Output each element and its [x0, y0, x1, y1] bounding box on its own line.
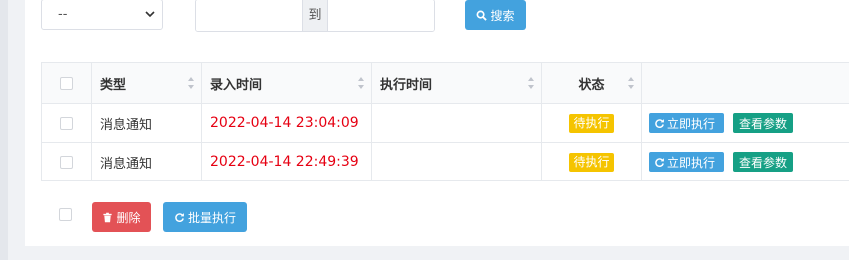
range-end-input[interactable] — [328, 0, 434, 31]
table-row: 消息通知 2022-04-14 22:49:39 待执行 立即执行 查看参数 — [42, 143, 849, 181]
sort-icon — [188, 77, 194, 89]
status-badge: 待执行 — [569, 152, 614, 172]
sort-icon — [528, 77, 534, 89]
refresh-icon — [175, 212, 184, 222]
footer-select-all-checkbox[interactable] — [59, 208, 72, 221]
table-row: 消息通知 2022-04-14 23:04:09 待执行 立即执行 查看参数 — [42, 104, 849, 143]
search-button-label: 搜索 — [490, 8, 515, 23]
status-badge: 待执行 — [569, 113, 614, 133]
type-select[interactable]: -- — [41, 0, 163, 30]
search-icon — [477, 10, 488, 21]
entry-time-cell: 2022-04-14 22:49:39 — [210, 154, 359, 170]
refresh-icon — [655, 157, 664, 167]
search-button[interactable]: 搜索 — [465, 0, 526, 30]
delete-button[interactable]: 删除 — [92, 202, 151, 232]
range-start-input[interactable] — [196, 0, 302, 31]
execute-now-label: 立即执行 — [667, 155, 716, 170]
date-range: 到 — [195, 0, 435, 32]
view-params-label: 查看参数 — [738, 155, 787, 170]
column-header-label: 类型 — [100, 77, 127, 93]
execute-now-label: 立即执行 — [667, 116, 716, 131]
column-header-entry-time[interactable]: 录入时间 — [202, 63, 372, 103]
view-params-label: 查看参数 — [738, 116, 787, 131]
type-cell: 消息通知 — [100, 117, 153, 133]
row-checkbox[interactable] — [60, 116, 73, 130]
entry-time-cell: 2022-04-14 23:04:09 — [210, 115, 359, 131]
row-checkbox[interactable] — [60, 155, 73, 169]
column-header-status[interactable]: 状态 — [542, 63, 642, 103]
batch-execute-button[interactable]: 批量执行 — [163, 202, 247, 232]
task-table: 类型 录入时间 执行时间 状态 消息通知 2022-04-14 23:04:09… — [41, 62, 849, 181]
sort-icon — [358, 77, 364, 89]
chevron-down-icon — [145, 11, 155, 18]
column-header-label: 状态 — [578, 77, 605, 93]
trash-icon — [103, 212, 113, 222]
table-header-row: 类型 录入时间 执行时间 状态 — [42, 63, 849, 104]
view-params-button[interactable]: 查看参数 — [733, 113, 793, 133]
type-cell: 消息通知 — [100, 156, 153, 172]
column-header-exec-time[interactable]: 执行时间 — [372, 63, 542, 103]
batch-execute-label: 批量执行 — [187, 210, 236, 225]
range-separator: 到 — [302, 0, 328, 31]
column-header-type[interactable]: 类型 — [92, 63, 202, 103]
column-header-actions — [642, 63, 849, 103]
select-all-checkbox[interactable] — [60, 76, 73, 90]
view-params-button[interactable]: 查看参数 — [733, 152, 793, 172]
execute-now-button[interactable]: 立即执行 — [649, 113, 724, 133]
refresh-icon — [655, 118, 664, 128]
column-header-label: 执行时间 — [380, 77, 433, 93]
column-header-label: 录入时间 — [210, 77, 263, 93]
type-select-value: -- — [58, 7, 68, 22]
sort-icon — [628, 77, 634, 89]
delete-button-label: 删除 — [116, 210, 141, 225]
sidebar-edge — [0, 0, 8, 260]
execute-now-button[interactable]: 立即执行 — [649, 152, 724, 172]
